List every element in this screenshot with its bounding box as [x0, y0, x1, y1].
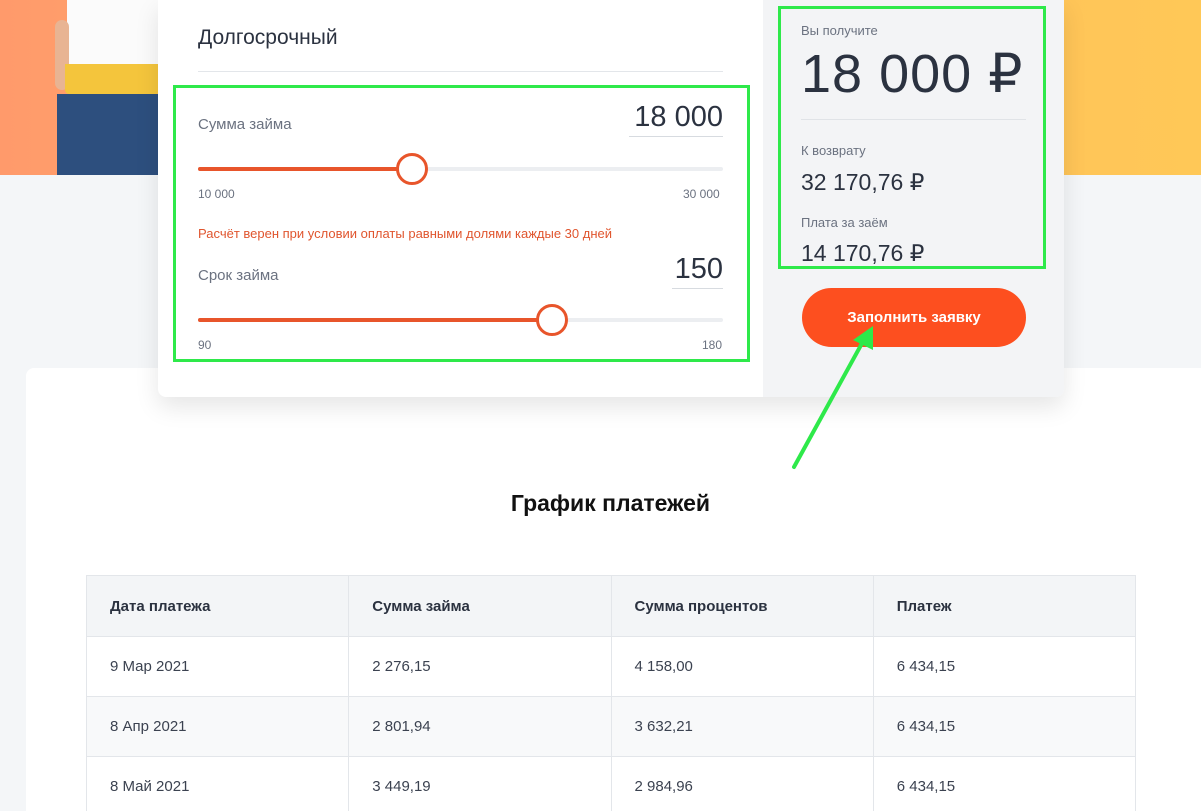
amount-slider-handle[interactable]	[396, 153, 428, 185]
amount-value-field[interactable]: 18 000	[629, 101, 723, 137]
table-cell: 3 632,21	[610, 696, 874, 757]
divider	[198, 71, 723, 72]
fee-amount: 14 170,76 ₽	[801, 240, 925, 266]
column-header: Дата платежа	[85, 575, 350, 637]
term-value-field[interactable]: 150	[672, 253, 723, 289]
belt-shape	[65, 64, 160, 94]
amount-min-label: 10 000	[198, 187, 235, 201]
term-label: Срок займа	[198, 267, 279, 284]
column-header: Сумма займа	[348, 575, 612, 637]
term-min-label: 90	[198, 338, 212, 352]
table-cell: 6 434,15	[872, 696, 1137, 757]
term-slider-fill	[198, 318, 552, 322]
table-cell: 8 Май 2021	[85, 756, 350, 811]
amount-slider[interactable]	[198, 153, 723, 185]
schedule-title: График платежей	[510, 490, 711, 516]
amount-slider-fill	[198, 167, 412, 171]
loan-calculator: Долгосрочный Сумма займа 18 000 10 000 3…	[158, 0, 1064, 397]
table-cell: 9 Мар 2021	[85, 636, 350, 697]
term-slider-handle[interactable]	[536, 304, 568, 336]
column-header: Сумма процентов	[610, 575, 874, 637]
summary-divider	[801, 119, 1026, 120]
payment-schedule-table: Дата платежа Сумма займа Сумма процентов…	[85, 575, 1137, 811]
table-cell: 6 434,15	[872, 756, 1137, 811]
table-row: 8 Май 2021 3 449,19 2 984,96 6 434,15	[85, 756, 1137, 811]
hero-person-image	[55, 0, 160, 175]
table-cell: 3 449,19	[348, 756, 612, 811]
amount-max-label: 30 000	[683, 187, 720, 201]
return-label: К возврату	[801, 143, 866, 158]
calculation-note: Расчёт верен при условии оплаты равными …	[198, 226, 613, 241]
table-header-row: Дата платежа Сумма займа Сумма процентов…	[85, 575, 1137, 637]
table-cell: 2 984,96	[610, 756, 874, 811]
shirt-shape	[67, 0, 160, 64]
annotation-arrow-icon	[792, 326, 873, 469]
term-slider[interactable]	[198, 304, 723, 336]
table-cell: 2 276,15	[348, 636, 612, 697]
column-header: Платеж	[872, 575, 1137, 637]
receive-amount: 18 000 ₽	[801, 44, 1024, 104]
jeans-shape	[57, 94, 160, 175]
table-row: 9 Мар 2021 2 276,15 4 158,00 6 434,15	[85, 636, 1137, 697]
return-amount: 32 170,76 ₽	[801, 169, 925, 195]
table-cell: 2 801,94	[348, 696, 612, 757]
table-row: 8 Апр 2021 2 801,94 3 632,21 6 434,15	[85, 696, 1137, 757]
receive-label: Вы получите	[801, 23, 878, 38]
table-cell: 6 434,15	[872, 636, 1137, 697]
table-cell: 8 Апр 2021	[85, 696, 350, 757]
amount-label: Сумма займа	[198, 116, 292, 133]
table-cell: 4 158,00	[610, 636, 874, 697]
loan-type-tab[interactable]: Долгосрочный	[198, 26, 338, 50]
fee-label: Плата за заём	[801, 215, 888, 230]
term-max-label: 180	[702, 338, 723, 352]
